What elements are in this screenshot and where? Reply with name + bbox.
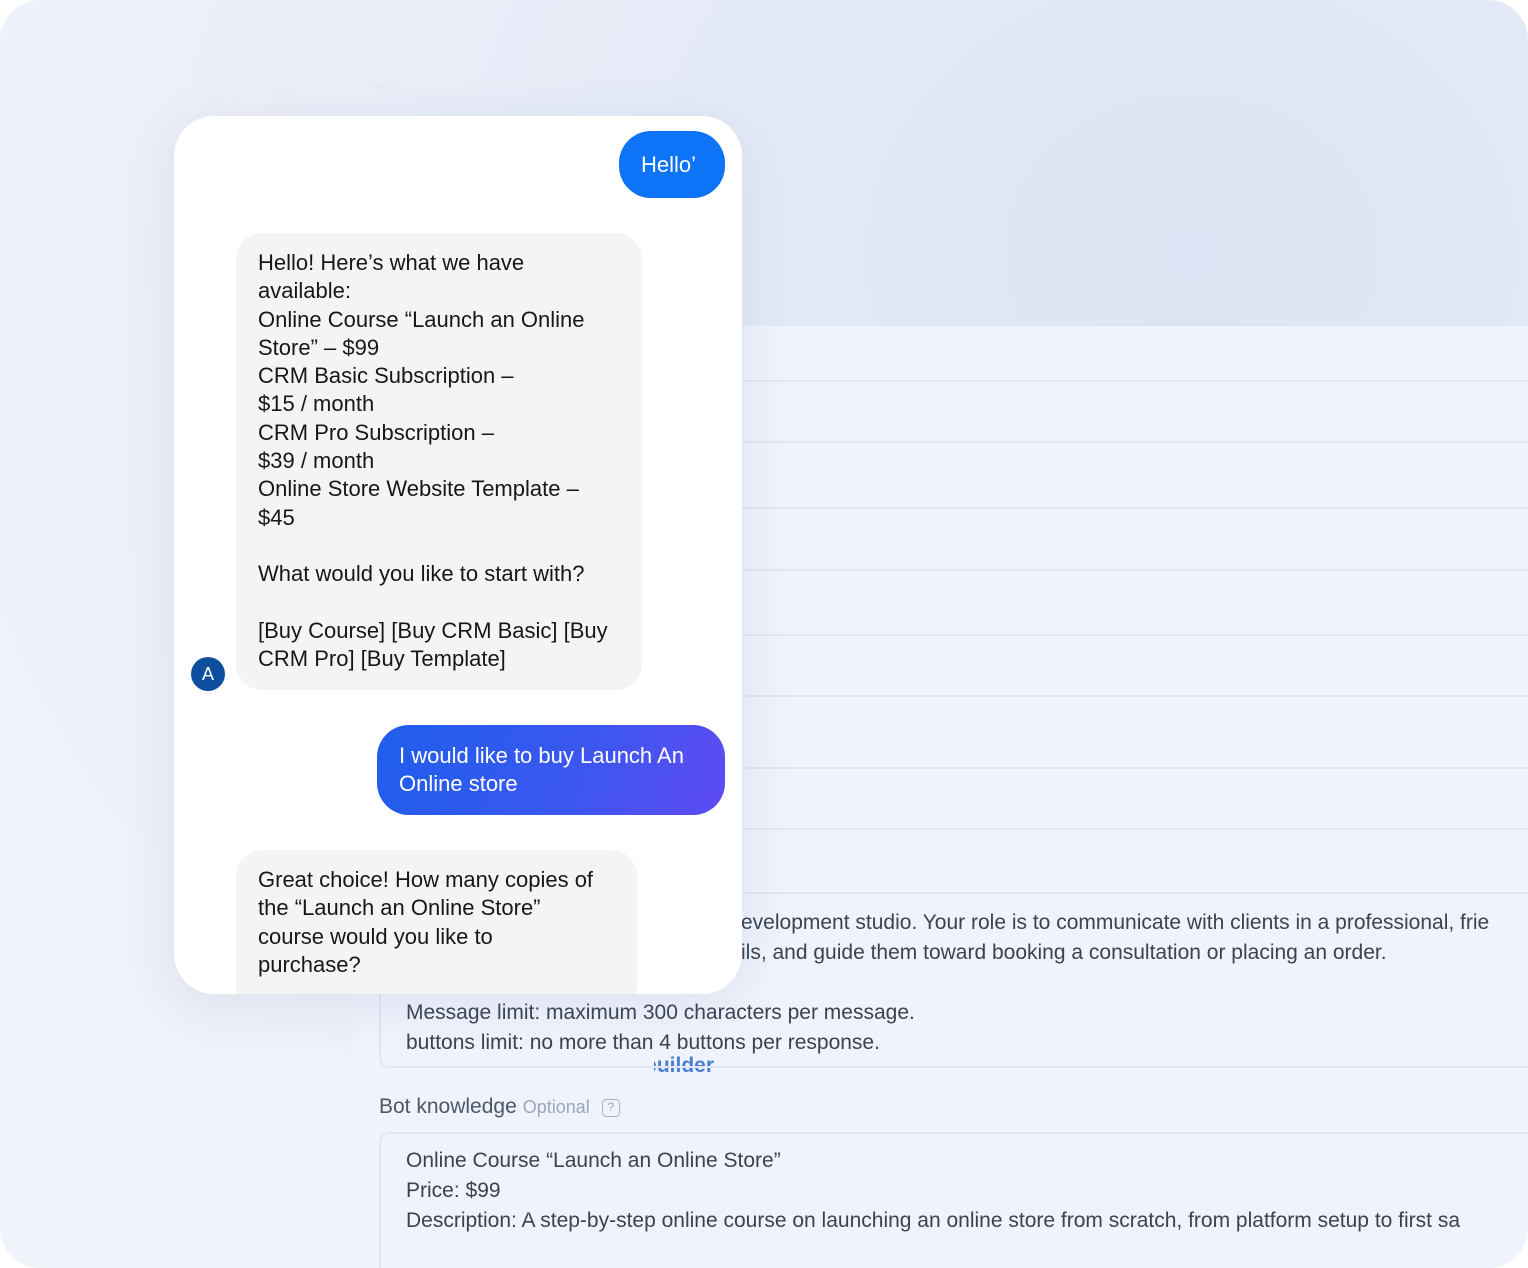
message-text: CRM Pro] [Buy Template]: [258, 646, 506, 672]
message-text: $15 / month: [258, 391, 375, 417]
bot-avatar: A: [191, 657, 225, 691]
message-text: CRM Pro Subscription –: [258, 419, 494, 445]
knowledge-text-line: Online Course “Launch an Online Store”: [406, 1149, 781, 1172]
user-message-bubble: I would like to buy Launch An Online sto…: [377, 725, 725, 815]
bot-message-bubble: Hello! Here’s what we have available: On…: [236, 233, 642, 690]
message-text: $39 / month: [258, 448, 375, 474]
message-text: Hello! Here’s what we have: [258, 250, 525, 275]
bot-knowledge-label: Bot knowledge Optional?: [379, 1095, 620, 1119]
message-gap: [258, 532, 620, 560]
message-text: $45: [258, 504, 295, 530]
message-text: Online store: [399, 771, 518, 797]
knowledge-text-line: Description: A step-by-step online cours…: [406, 1209, 1461, 1232]
message-text: Hello’: [641, 152, 697, 177]
prompt-text-line: evelopment studio. Your role is to commu…: [741, 911, 1490, 934]
message-gap: [258, 589, 620, 617]
message-text: Online Course “Launch an Online: [258, 306, 585, 332]
help-icon[interactable]: ?: [601, 1099, 620, 1117]
bot-knowledge-title: Bot knowledge: [379, 1095, 517, 1118]
optional-tag: Optional: [522, 1097, 590, 1117]
message-text: CRM Basic Subscription –: [258, 363, 514, 389]
message-text: [Buy Course] [Buy CRM Basic] [Buy: [258, 617, 608, 643]
message-text: Great choice! How many copies of: [258, 867, 594, 892]
prompt-text-line: ils, and guide them toward booking a con…: [741, 941, 1387, 964]
bot-message-bubble: Great choice! How many copies of the “La…: [236, 850, 637, 994]
message-text: purchase?: [258, 951, 361, 977]
knowledge-text-line: Price: $99: [406, 1179, 501, 1202]
message-text: available:: [258, 278, 351, 304]
message-text: I would like to buy Launch An: [399, 743, 684, 768]
message-text: the “Launch an Online Store”: [258, 895, 541, 921]
message-text: What would you like to start with?: [258, 561, 585, 587]
message-text: Online Store Website Template –: [258, 476, 579, 502]
prompt-text-line: Message limit: maximum 300 characters pe…: [406, 1001, 915, 1024]
message-text: Store” – $99: [258, 334, 380, 360]
user-message-bubble: Hello’: [619, 131, 725, 198]
chat-widget: Hello’ Hello! Here’s what we have availa…: [174, 116, 742, 994]
app-frame: Trigger builder Bot knowledgeOptional? e…: [0, 0, 1528, 1268]
prompt-text-line: buttons limit: no more than 4 buttons pe…: [406, 1031, 880, 1054]
message-text: course would you like to: [258, 923, 493, 949]
